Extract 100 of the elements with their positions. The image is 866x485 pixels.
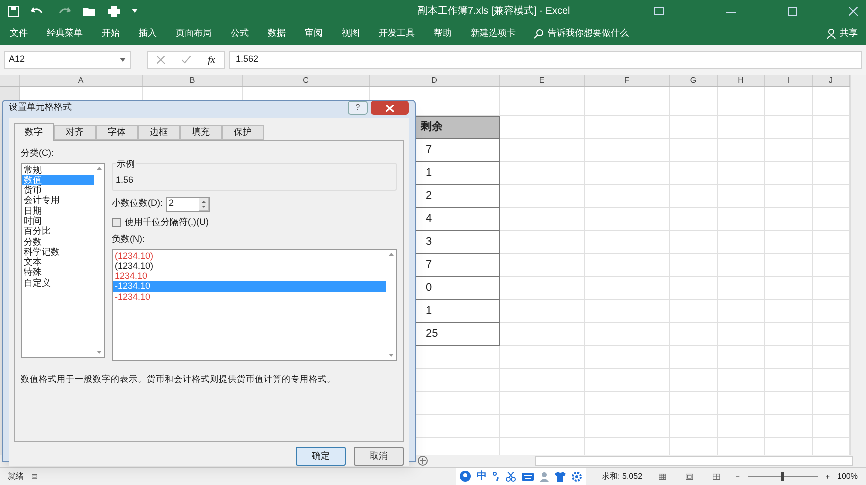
category-item[interactable]: 百分比 — [22, 226, 94, 237]
empty-cell — [765, 116, 813, 139]
dialog-tab[interactable]: 保护 — [222, 125, 264, 140]
decimal-places-label: 小数位数(D): — [112, 197, 163, 210]
category-item[interactable]: 常规 — [22, 164, 94, 175]
window-title: 副本工作簿7.xls [兼容模式] - Excel — [418, 4, 570, 18]
scroll-down-icon[interactable] — [389, 354, 394, 356]
ribbon-display-icon[interactable] — [654, 7, 664, 15]
category-item[interactable]: 科学记数 — [22, 246, 94, 258]
tell-me-search[interactable]: 告诉我你想要做什么 — [534, 26, 629, 40]
dialog-tab[interactable]: 填充 — [180, 125, 222, 140]
tell-me-placeholder: 告诉我你想要做什么 — [548, 26, 629, 40]
ribbon-tab[interactable]: 数据 — [268, 26, 286, 40]
zoom-slider-thumb[interactable] — [781, 472, 784, 481]
ribbon-tab[interactable]: 开发工具 — [379, 26, 415, 40]
column-header[interactable]: D — [370, 75, 500, 86]
punctuation-icon[interactable] — [493, 472, 500, 481]
maximize-icon[interactable] — [788, 6, 797, 16]
category-item[interactable]: 文本 — [22, 257, 94, 268]
undo-icon[interactable] — [31, 6, 45, 16]
page-layout-icon[interactable] — [686, 472, 694, 482]
empty-cell — [670, 346, 718, 369]
category-item[interactable]: 货币 — [22, 185, 94, 196]
save-icon[interactable] — [8, 6, 19, 16]
ribbon-tab[interactable]: 公式 — [231, 26, 249, 40]
horizontal-scrollbar[interactable] — [535, 456, 853, 466]
share-button[interactable]: 共享 — [827, 26, 858, 40]
sample-value: 1.56 — [116, 174, 135, 187]
decimal-places-spinner[interactable]: 2 — [166, 196, 210, 212]
ok-button[interactable]: 确定 — [296, 447, 346, 466]
negative-numbers-list[interactable]: (1234.10) (1234.10) 1234.10 -1234.10 -1234.10 — [112, 248, 397, 360]
scissors-icon[interactable] — [506, 472, 516, 482]
zoom-level[interactable]: 100% — [838, 470, 858, 482]
page-break-icon[interactable] — [713, 472, 720, 482]
column-header[interactable]: F — [585, 75, 670, 86]
spin-arrows-icon[interactable] — [199, 198, 209, 210]
empty-cell — [670, 139, 718, 162]
ime-mode-indicator[interactable]: 中 — [477, 469, 488, 484]
empty-cell — [670, 231, 718, 254]
ribbon-tab[interactable]: 经典菜单 — [47, 26, 83, 40]
category-item[interactable]: 时间 — [22, 216, 94, 226]
category-item[interactable]: 分数 — [22, 236, 94, 247]
formula-input[interactable]: 1.562 — [229, 51, 862, 69]
empty-cell — [765, 346, 813, 369]
keyboard-icon[interactable] — [522, 472, 534, 480]
empty-cell — [718, 208, 765, 231]
ribbon-tab[interactable]: 页面布局 — [176, 26, 212, 40]
column-header[interactable]: B — [143, 75, 243, 86]
customize-caret-icon[interactable] — [132, 9, 138, 13]
category-item[interactable]: 特殊 — [22, 267, 94, 278]
scroll-up-icon[interactable] — [389, 252, 394, 256]
normal-view-icon[interactable] — [658, 472, 666, 482]
dialog-tab[interactable]: 字体 — [96, 125, 138, 140]
folder-icon[interactable] — [83, 6, 96, 16]
name-box[interactable]: A12 — [4, 51, 131, 69]
negative-numbers-label: 负数(N): — [112, 233, 146, 246]
ribbon-tab[interactable]: 开始 — [102, 26, 120, 40]
help-button[interactable]: ? — [348, 101, 368, 115]
empty-cell — [765, 392, 813, 415]
cancel-button[interactable]: 取消 — [354, 447, 404, 466]
settings-icon[interactable] — [572, 472, 582, 482]
scroll-down-icon[interactable] — [97, 350, 102, 354]
empty-cell — [670, 208, 718, 231]
ribbon-tab[interactable]: 插入 — [139, 26, 157, 40]
empty-cell — [765, 277, 813, 300]
close-button[interactable] — [371, 101, 409, 115]
empty-cell — [765, 231, 813, 254]
dialog-tab[interactable]: 边框 — [138, 125, 180, 140]
ribbon-tab[interactable]: 新建选项卡 — [471, 26, 516, 40]
column-header[interactable]: I — [765, 75, 813, 86]
category-list[interactable]: 常规 数值 货币 会计专用 日期 时间 百分比 分数 科学记数 文本 特殊 自定义 — [21, 162, 105, 358]
ribbon-tab[interactable]: 文件 — [10, 26, 28, 40]
thousands-separator-checkbox[interactable] — [112, 218, 121, 227]
column-header[interactable]: G — [670, 75, 718, 86]
empty-cell — [718, 300, 765, 323]
insert-function-button[interactable]: fx — [208, 52, 216, 68]
column-header[interactable]: A — [20, 75, 143, 86]
empty-cell — [765, 139, 813, 162]
column-header[interactable]: E — [500, 75, 585, 86]
column-header[interactable]: C — [243, 75, 370, 86]
macro-record-icon[interactable] — [32, 472, 38, 481]
user-circle-icon[interactable] — [460, 471, 472, 482]
dialog-tab[interactable]: 数字 — [14, 123, 54, 141]
empty-cell — [718, 369, 765, 392]
ribbon-tab[interactable]: 视图 — [342, 26, 360, 40]
empty-cell — [718, 162, 765, 185]
ribbon-tab[interactable]: 审阅 — [305, 26, 323, 40]
zoom-in-icon[interactable] — [826, 474, 830, 480]
check-icon[interactable] — [182, 56, 191, 64]
ribbon-tab[interactable]: 帮助 — [434, 26, 452, 40]
add-sheet-icon[interactable] — [418, 456, 428, 466]
category-item[interactable]: 自定义 — [22, 278, 94, 288]
category-item[interactable]: 会计专用 — [22, 195, 94, 206]
dialog-tab[interactable]: 对齐 — [54, 125, 96, 140]
close-icon[interactable] — [849, 6, 858, 16]
shirt-icon[interactable] — [555, 472, 566, 482]
scroll-up-icon[interactable] — [97, 166, 102, 170]
sum-readout: 求和: 5.052 — [602, 470, 643, 482]
category-item[interactable]: 日期 — [22, 206, 94, 216]
column-header[interactable]: H — [718, 75, 765, 86]
